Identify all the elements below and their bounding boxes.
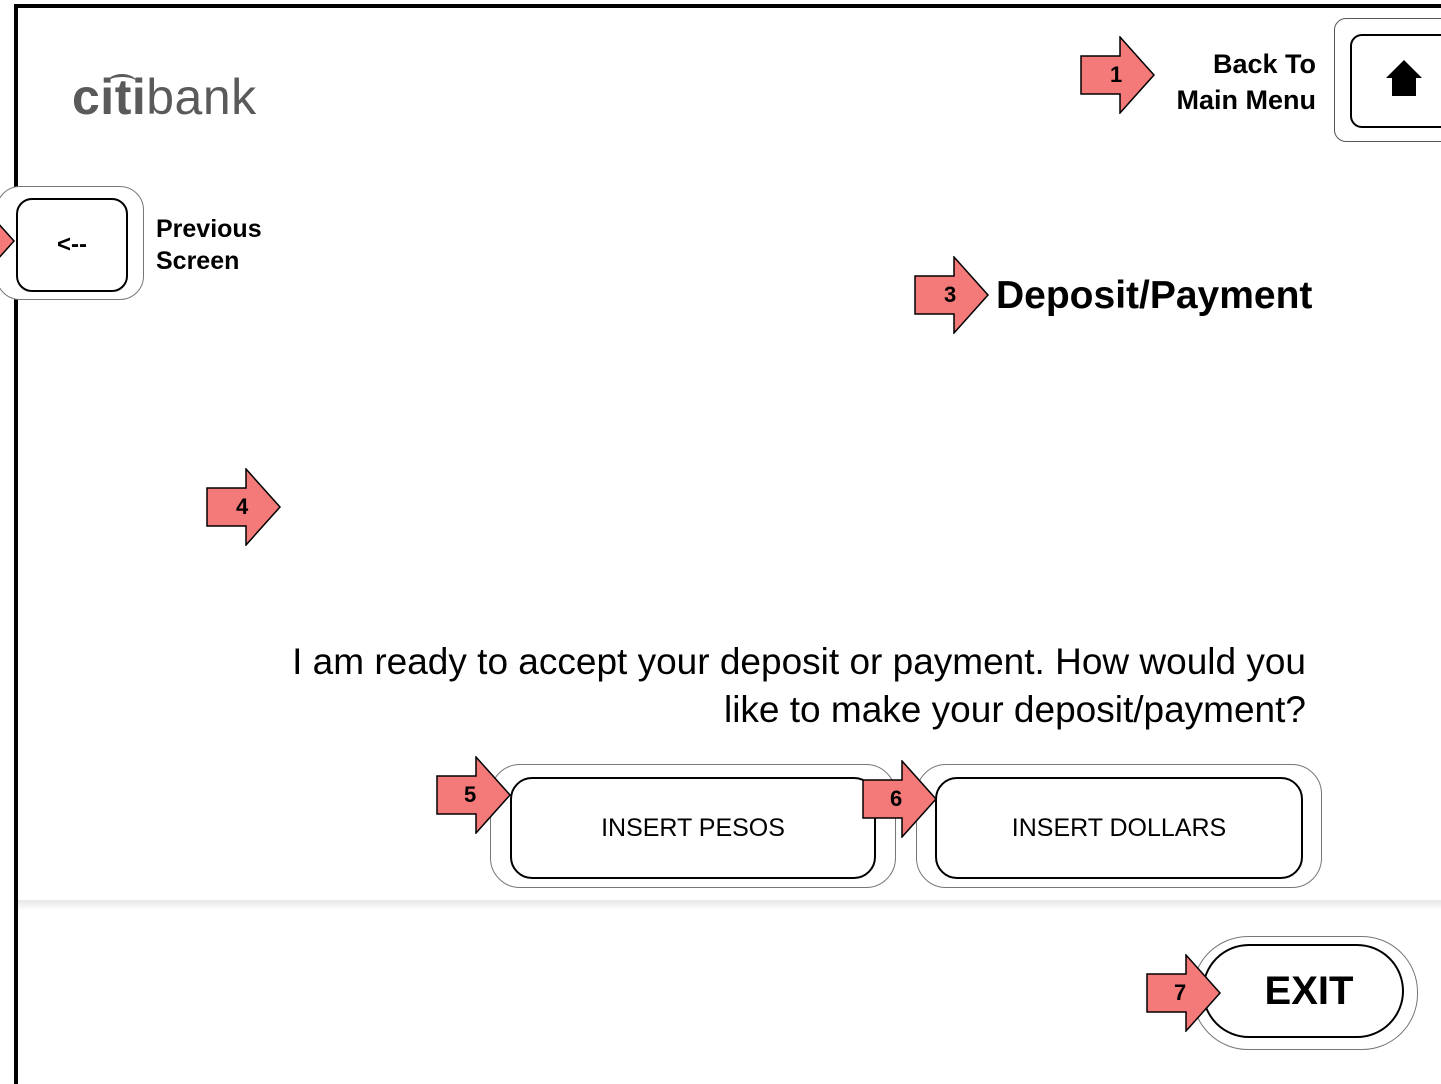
annotation-marker-4: 4 <box>206 468 282 546</box>
insert-pesos-button[interactable]: INSERT PESOS <box>510 777 876 879</box>
screen-frame-left <box>14 4 18 1084</box>
arrow-icon <box>0 224 16 258</box>
exit-label: EXIT <box>1264 968 1354 1013</box>
annotation-marker-3: 3 <box>914 256 990 334</box>
insert-dollars-label: INSERT DOLLARS <box>1011 813 1227 842</box>
annotation-number: 7 <box>1174 980 1187 1005</box>
instruction-message: I am ready to accept your deposit or pay… <box>292 641 1306 730</box>
page-title: Deposit/Payment <box>996 274 1313 317</box>
annotation-marker-7: 7 <box>1146 954 1222 1032</box>
home-icon <box>1386 60 1422 96</box>
annotation-marker-6: 6 <box>862 760 938 838</box>
annotation-number: 4 <box>236 494 249 519</box>
logo-bank: bank <box>146 69 257 125</box>
back-to-main-menu-label: Back To Main Menu <box>1176 49 1317 115</box>
citibank-logo: citi bank <box>72 68 257 126</box>
annotation-marker-2: 2 <box>0 202 16 280</box>
annotation-number: 6 <box>890 786 903 811</box>
previous-screen-label: Previous Screen <box>156 215 262 275</box>
logo-arc <box>108 74 136 89</box>
insert-dollars-button[interactable]: INSERT DOLLARS <box>935 777 1303 879</box>
annotation-marker-5: 5 <box>436 756 512 834</box>
previous-button-label: <-- <box>57 231 87 258</box>
annotation-number: 5 <box>464 782 477 807</box>
previous-screen-button[interactable]: <-- <box>16 198 128 292</box>
exit-button[interactable]: EXIT <box>1202 944 1404 1038</box>
annotation-number: 3 <box>944 282 957 307</box>
screen-frame-top <box>14 4 1441 8</box>
insert-pesos-label: INSERT PESOS <box>601 813 785 842</box>
annotation-marker-1: 1 <box>1080 36 1156 114</box>
footer-separator <box>18 900 1441 910</box>
annotation-number: 1 <box>1110 62 1123 87</box>
